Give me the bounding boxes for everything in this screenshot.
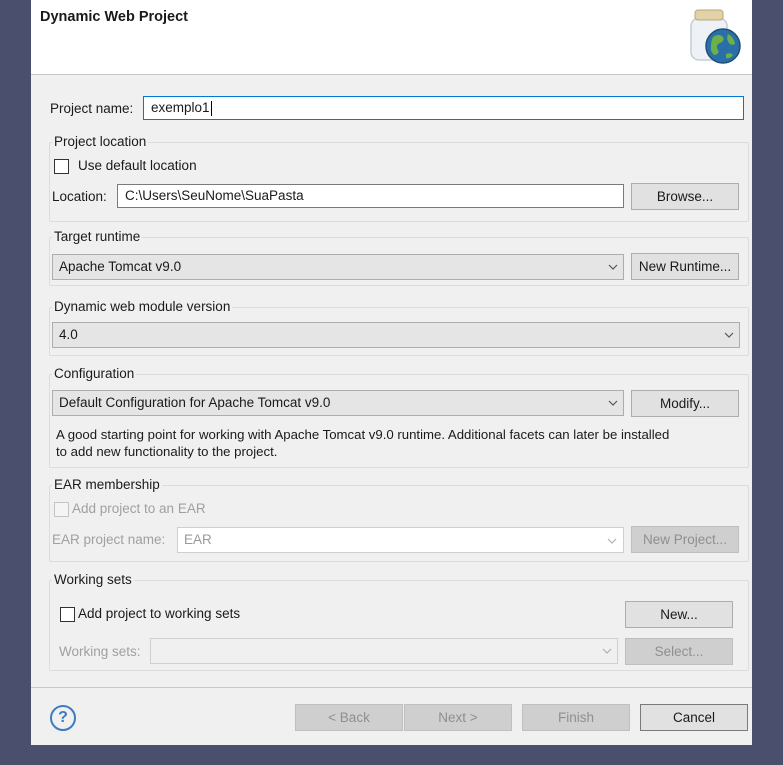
- ear-membership-title: EAR membership: [52, 477, 162, 492]
- module-version-value: 4.0: [59, 327, 78, 342]
- cancel-button[interactable]: Cancel: [640, 704, 748, 731]
- new-runtime-button[interactable]: New Runtime...: [631, 253, 739, 280]
- text-caret: [210, 100, 212, 116]
- target-runtime-value: Apache Tomcat v9.0: [59, 259, 182, 274]
- project-location-title: Project location: [52, 134, 149, 149]
- chevron-down-icon: [602, 648, 612, 654]
- working-sets-label: Working sets:: [59, 644, 141, 659]
- configuration-description-line2: to add new functionality to the project.: [56, 444, 278, 459]
- add-to-working-sets-checkbox[interactable]: [60, 607, 75, 622]
- target-runtime-combo[interactable]: Apache Tomcat v9.0: [52, 254, 624, 280]
- project-name-label: Project name:: [50, 101, 134, 116]
- ear-project-name-combo[interactable]: EAR: [177, 527, 624, 553]
- new-ear-project-button[interactable]: New Project...: [631, 526, 739, 553]
- banner-title: Dynamic Web Project: [40, 9, 189, 25]
- configuration-title: Configuration: [52, 366, 137, 381]
- next-button[interactable]: Next >: [404, 704, 512, 731]
- help-icon[interactable]: ?: [50, 705, 76, 731]
- chevron-down-icon: [724, 332, 734, 338]
- working-sets-title: Working sets: [52, 572, 134, 587]
- chevron-down-icon: [607, 538, 617, 544]
- location-label: Location:: [52, 189, 107, 204]
- project-name-input[interactable]: exemplo1: [143, 96, 744, 120]
- new-working-set-button[interactable]: New...: [625, 601, 733, 628]
- add-to-ear-checkbox[interactable]: [54, 502, 69, 517]
- module-version-title: Dynamic web module version: [52, 299, 233, 314]
- web-project-jar-globe-icon: [690, 9, 741, 64]
- configuration-description-line1: A good starting point for working with A…: [56, 427, 670, 442]
- configuration-combo[interactable]: Default Configuration for Apache Tomcat …: [52, 390, 624, 416]
- project-location-group: [49, 142, 749, 222]
- configuration-value: Default Configuration for Apache Tomcat …: [59, 395, 331, 410]
- ear-project-name-value: EAR: [184, 532, 212, 547]
- target-runtime-title: Target runtime: [52, 229, 143, 244]
- add-to-ear-label[interactable]: Add project to an EAR: [72, 501, 206, 516]
- add-to-working-sets-label[interactable]: Add project to working sets: [78, 606, 240, 621]
- select-working-sets-button[interactable]: Select...: [625, 638, 733, 665]
- use-default-location-checkbox[interactable]: [54, 159, 69, 174]
- dialog-banner: Dynamic Web Project: [31, 0, 752, 75]
- browse-button[interactable]: Browse...: [631, 183, 739, 210]
- configuration-description: A good starting point for working with A…: [56, 426, 746, 460]
- chevron-down-icon: [608, 264, 618, 270]
- location-input[interactable]: C:\Users\SeuNome\SuaPasta: [117, 184, 624, 208]
- use-default-location-label[interactable]: Use default location: [78, 158, 197, 173]
- back-button[interactable]: < Back: [295, 704, 403, 731]
- modify-button[interactable]: Modify...: [631, 390, 739, 417]
- finish-button[interactable]: Finish: [522, 704, 630, 731]
- dialog-window: Dynamic Web Project Project name: exempl…: [31, 0, 752, 745]
- working-sets-combo[interactable]: [150, 638, 618, 664]
- ear-project-name-label: EAR project name:: [52, 532, 166, 547]
- chevron-down-icon: [608, 400, 618, 406]
- project-name-value: exemplo1: [151, 100, 210, 115]
- module-version-combo[interactable]: 4.0: [52, 322, 740, 348]
